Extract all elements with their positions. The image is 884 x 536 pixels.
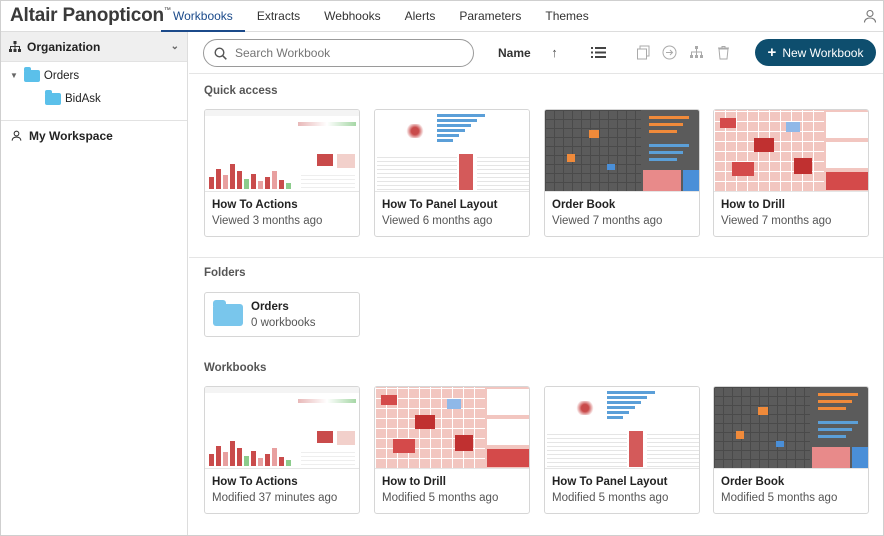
thumbnail-order-book [714, 387, 868, 469]
card-subtitle: Viewed 7 months ago [721, 215, 832, 227]
tab-themes[interactable]: Themes [533, 1, 600, 32]
quick-card-how-to-drill[interactable]: How to Drill Viewed 7 months ago [713, 109, 869, 237]
hierarchy-icon [9, 41, 21, 52]
trash-icon[interactable] [716, 45, 731, 60]
search-icon [214, 46, 227, 60]
user-icon [11, 130, 22, 141]
folder-name: Orders [251, 301, 289, 313]
card-subtitle: Modified 5 months ago [721, 492, 838, 504]
folder-icon [23, 66, 40, 82]
card-title: How To Actions [212, 199, 298, 211]
my-workspace[interactable]: My Workspace [1, 120, 187, 150]
tree-item-label: Orders [43, 69, 80, 82]
search-box[interactable] [203, 39, 474, 67]
quick-card-how-to-panel-layout[interactable]: How To Panel Layout Viewed 6 months ago [374, 109, 530, 237]
organization-header[interactable]: Organization ⌄ [1, 32, 187, 62]
tab-workbooks[interactable]: Workbooks [161, 1, 245, 32]
app-logo: Altair Panopticon™ [10, 5, 171, 26]
card-title: How To Panel Layout [382, 199, 498, 211]
tree-item-orders[interactable]: ▼ Orders [1, 64, 187, 87]
new-workbook-label: New Workbook [782, 45, 864, 60]
workbook-card-how-to-actions[interactable]: How To Actions Modified 37 minutes ago [204, 386, 360, 514]
tree-item-label: BidAsk [65, 92, 101, 105]
tab-extracts[interactable]: Extracts [245, 1, 312, 32]
app-window: Altair Panopticon™ Workbooks Extracts We… [0, 0, 884, 536]
quick-access-title: Quick access [204, 85, 278, 97]
folder-icon [213, 300, 243, 326]
thumbnail-drill [714, 110, 868, 192]
card-title: Order Book [721, 476, 785, 488]
quick-card-order-book[interactable]: Order Book Viewed 7 months ago [544, 109, 700, 237]
workbooks-title: Workbooks [204, 362, 267, 374]
folder-count: 0 workbooks [251, 317, 316, 329]
section-divider [189, 257, 883, 258]
folders-title: Folders [204, 267, 246, 279]
card-title: Order Book [552, 199, 616, 211]
hierarchy-icon[interactable] [689, 45, 704, 60]
card-title: How to Drill [382, 476, 446, 488]
folder-icon [45, 89, 61, 105]
tree-item-bidask[interactable]: BidAsk [1, 87, 187, 110]
thumbnail-panel-layout [375, 110, 529, 192]
toolbar: Name ↑ + New Workbook [189, 32, 883, 74]
sort-ascending-icon[interactable]: ↑ [547, 45, 562, 60]
search-input[interactable] [235, 46, 455, 60]
workbook-card-order-book[interactable]: Order Book Modified 5 months ago [713, 386, 869, 514]
card-subtitle: Modified 5 months ago [552, 492, 669, 504]
sidebar: Organization ⌄ ▼ Orders BidAsk My Worksp… [1, 32, 188, 535]
workbook-card-how-to-drill[interactable]: How to Drill Modified 5 months ago [374, 386, 530, 514]
card-title: How To Actions [212, 476, 298, 488]
card-subtitle: Viewed 3 months ago [212, 215, 323, 227]
copy-icon[interactable] [636, 45, 651, 60]
card-subtitle: Viewed 7 months ago [552, 215, 663, 227]
caret-down-icon[interactable]: ▼ [10, 71, 18, 80]
thumbnail-actions [205, 387, 359, 469]
tab-webhooks[interactable]: Webhooks [312, 1, 392, 32]
top-bar: Altair Panopticon™ Workbooks Extracts We… [1, 1, 883, 32]
card-title: How to Drill [721, 199, 785, 211]
card-subtitle: Modified 37 minutes ago [212, 492, 338, 504]
card-subtitle: Modified 5 months ago [382, 492, 499, 504]
folder-card-orders[interactable]: Orders 0 workbooks [204, 292, 360, 337]
sort-label[interactable]: Name [498, 46, 531, 60]
quick-card-how-to-actions[interactable]: How To Actions Viewed 3 months ago [204, 109, 360, 237]
workspace-label: My Workspace [29, 128, 113, 143]
thumbnail-drill [375, 387, 529, 469]
move-icon[interactable] [662, 45, 677, 60]
main-tabs: Workbooks Extracts Webhooks Alerts Param… [161, 1, 601, 32]
organization-label: Organization [27, 39, 101, 54]
thumbnail-panel-layout [545, 387, 699, 469]
user-icon[interactable] [863, 9, 877, 23]
new-workbook-button[interactable]: + New Workbook [755, 39, 876, 66]
card-subtitle: Viewed 6 months ago [382, 215, 493, 227]
list-view-icon[interactable] [591, 45, 606, 60]
workbook-card-how-to-panel-layout[interactable]: How To Panel Layout Modified 5 months ag… [544, 386, 700, 514]
main-content: Name ↑ + New Workbook Quick access [189, 32, 883, 535]
plus-icon: + [767, 43, 777, 61]
thumbnail-order-book [545, 110, 699, 192]
card-title: How To Panel Layout [552, 476, 668, 488]
chevron-down-icon[interactable]: ⌄ [171, 41, 179, 52]
tab-parameters[interactable]: Parameters [447, 1, 533, 32]
thumbnail-actions [205, 110, 359, 192]
tab-alerts[interactable]: Alerts [393, 1, 448, 32]
